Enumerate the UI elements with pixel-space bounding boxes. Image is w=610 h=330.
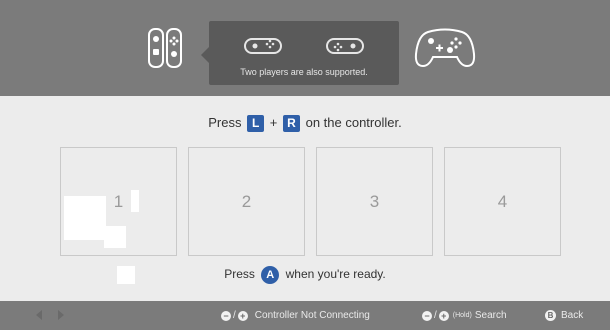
- tooltip: Two players are also supported.: [201, 21, 399, 85]
- search-label: Search: [474, 310, 507, 321]
- controller-not-connecting-button[interactable]: − / + Controller Not Connecting: [221, 310, 370, 321]
- instruction-prefix: Press: [208, 115, 242, 130]
- player-slot-3: 3: [316, 147, 433, 256]
- instruction-text: Press L + R on the controller.: [0, 115, 610, 133]
- white-patch: [104, 226, 126, 248]
- sideways-joycon-icon: [243, 35, 283, 57]
- white-patch: [64, 196, 106, 240]
- ready-prefix: Press: [224, 267, 255, 282]
- ready-suffix: when you're ready.: [285, 267, 386, 282]
- white-patch: [131, 190, 139, 212]
- pro-controller-icon[interactable]: [414, 24, 476, 70]
- back-button[interactable]: B Back: [545, 310, 583, 321]
- player-slot-number: 3: [369, 191, 380, 211]
- a-button-icon: A: [261, 266, 280, 284]
- player-slot-4: 4: [444, 147, 561, 256]
- joycon-pair-icon[interactable]: [146, 27, 186, 69]
- plus-sign: +: [269, 115, 278, 130]
- instruction-suffix: on the controller.: [305, 115, 402, 130]
- slash-separator: /: [233, 310, 236, 321]
- player-slot-number: 4: [497, 191, 508, 211]
- ready-text: Press A when you're ready.: [0, 266, 610, 284]
- hold-label: (Hold): [452, 312, 472, 319]
- top-bar: Two players are also supported.: [0, 0, 610, 96]
- minus-button-icon: −: [422, 310, 432, 321]
- bottom-bar: − / + Controller Not Connecting − / + (H…: [0, 301, 610, 330]
- l-button-icon: L: [247, 115, 265, 133]
- sideways-joycon-icon: [325, 35, 365, 57]
- back-label: Back: [561, 310, 584, 321]
- controller-not-connecting-label: Controller Not Connecting: [254, 310, 370, 321]
- b-button-icon: B: [545, 310, 556, 321]
- slash-separator: /: [434, 310, 437, 321]
- plus-button-icon: +: [438, 310, 449, 321]
- plus-button-icon: +: [237, 310, 248, 321]
- r-button-icon: R: [282, 115, 300, 133]
- player-slot-number: 1: [113, 191, 124, 211]
- player-slot-number: 2: [241, 191, 252, 211]
- player-slot-2: 2: [188, 147, 305, 256]
- tooltip-text: Two players are also supported.: [240, 67, 368, 77]
- minus-button-icon: −: [221, 310, 231, 321]
- nav-arrows-icon: [34, 309, 66, 321]
- search-button[interactable]: − / + (Hold) Search: [422, 310, 507, 321]
